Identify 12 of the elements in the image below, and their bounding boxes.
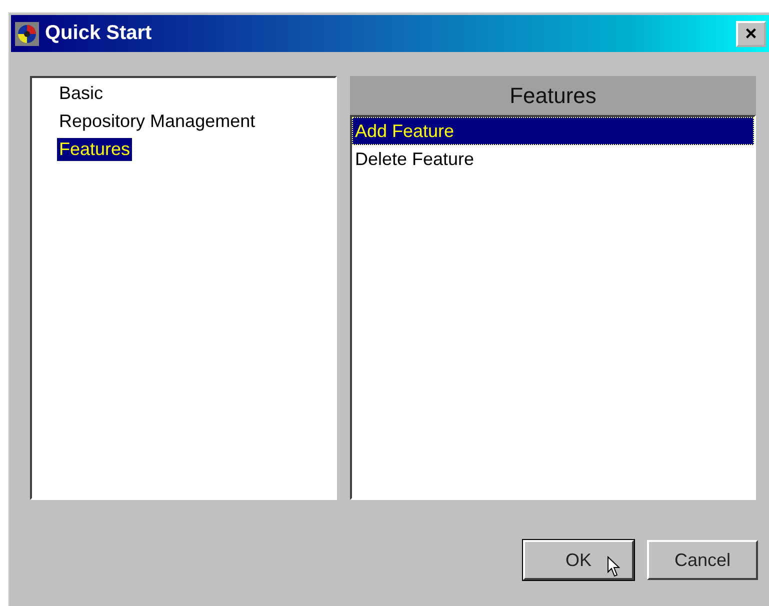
feature-item[interactable]: Add Feature <box>352 117 754 145</box>
app-icon <box>15 22 39 46</box>
cursor-icon <box>607 556 621 578</box>
category-item[interactable]: Repository Management <box>57 110 258 133</box>
feature-item[interactable]: Delete Feature <box>352 145 754 173</box>
close-button[interactable]: × <box>736 21 766 47</box>
window-title: Quick Start <box>45 22 152 45</box>
dialog-button[interactable]: OK <box>523 540 634 580</box>
dialog-button[interactable]: Cancel <box>647 540 758 580</box>
category-item[interactable]: Basic <box>57 82 106 105</box>
panel-header: Features <box>350 76 756 115</box>
category-item[interactable]: Features <box>57 138 132 161</box>
